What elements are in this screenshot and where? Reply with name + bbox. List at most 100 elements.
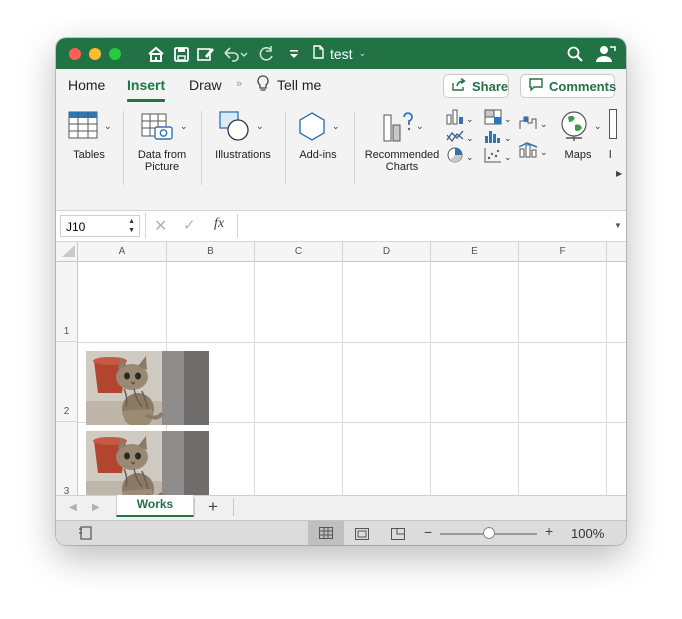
close-window-button[interactable]	[69, 48, 81, 60]
share-person-icon[interactable]	[596, 44, 616, 64]
save-icon[interactable]	[171, 44, 191, 64]
formula-divider	[237, 214, 238, 238]
waterfall-chart-icon	[518, 113, 538, 136]
page-break-view-icon[interactable]	[391, 527, 405, 545]
confirm-icon[interactable]: ✓	[183, 216, 196, 234]
scatter-chart-button[interactable]: ⌄	[484, 147, 512, 168]
expand-formula-icon[interactable]: ▼	[614, 221, 622, 230]
recommended-charts-button[interactable]: ⌄ Recommended Charts	[362, 109, 442, 199]
column-chart-icon	[446, 109, 464, 130]
waterfall-chart-button[interactable]: ⌄	[518, 113, 548, 136]
column-header-c[interactable]: C	[255, 242, 343, 262]
tab-home[interactable]: Home	[68, 77, 105, 93]
kitten-image[interactable]	[86, 351, 209, 425]
gridline	[342, 262, 343, 532]
scroll-sheets-left-icon[interactable]: ◀	[69, 502, 77, 513]
ribbon-scroll-right-icon[interactable]: ▶	[616, 169, 622, 178]
ribbon-separator	[123, 111, 124, 185]
column-header-f[interactable]: F	[519, 242, 607, 262]
hierarchy-chart-button[interactable]: ⌄	[484, 109, 512, 130]
insert-function-icon[interactable]: fx	[214, 216, 224, 232]
name-box[interactable]: J10 ▲ ▼	[60, 215, 140, 237]
comment-icon	[529, 78, 543, 94]
zoom-slider-thumb[interactable]	[482, 527, 495, 539]
pie-chart-chevron-icon: ⌄	[466, 152, 474, 162]
tables-label: Tables	[73, 149, 105, 161]
tell-me-search[interactable]: Tell me	[277, 77, 321, 93]
illustrations-label: Illustrations	[215, 149, 271, 161]
addins-label: Add-ins	[299, 149, 337, 161]
row-header-3[interactable]: 3	[56, 422, 78, 502]
formula-input[interactable]	[246, 218, 606, 234]
excel-window: test ⌄ Home Insert Draw » Tell me Share	[56, 38, 626, 545]
line-chart-button[interactable]: ⌄	[446, 128, 474, 149]
column-header-a[interactable]: A	[78, 242, 167, 262]
name-box-stepper-icon[interactable]: ▲ ▼	[128, 217, 135, 235]
zoom-in-button[interactable]: +	[545, 523, 553, 539]
document-icon	[313, 45, 324, 62]
pie-chart-button[interactable]: ⌄	[446, 147, 474, 168]
shapes-icon	[219, 111, 251, 144]
tab-draw[interactable]: Draw	[189, 77, 222, 93]
tab-divider	[233, 498, 234, 516]
row-header-2[interactable]: 2	[56, 342, 78, 422]
normal-view-button[interactable]	[308, 521, 344, 545]
tables-button[interactable]: ⌄ Tables	[64, 109, 114, 199]
statistic-chart-button[interactable]: ⌄	[484, 128, 512, 149]
addins-icon	[297, 111, 327, 144]
customize-icon[interactable]	[284, 44, 304, 64]
column-header-d[interactable]: D	[343, 242, 431, 262]
search-icon[interactable]	[565, 44, 585, 64]
tables-chevron-icon: ⌄	[104, 121, 112, 131]
combo-chart-icon	[518, 141, 538, 164]
edit-icon[interactable]	[196, 44, 216, 64]
maps-button[interactable]: ⌄ Maps	[554, 109, 602, 199]
redo-icon[interactable]	[256, 44, 276, 64]
macro-record-icon[interactable]	[78, 525, 94, 545]
data-from-picture-button[interactable]: ⌄ Data from Picture	[132, 109, 192, 199]
undo-icon[interactable]	[222, 44, 248, 64]
document-title-text: test	[330, 45, 353, 62]
select-all-button[interactable]	[56, 242, 78, 262]
combo-chart-button[interactable]: ⌄	[518, 141, 548, 164]
addins-button[interactable]: ⌄ Add-ins	[292, 109, 344, 199]
share-button[interactable]: Share	[443, 74, 509, 98]
kitten-image[interactable]	[86, 431, 209, 505]
addins-chevron-icon: ⌄	[332, 121, 340, 131]
hierarchy-chart-chevron-icon: ⌄	[504, 114, 512, 124]
tab-insert[interactable]: Insert	[127, 77, 166, 102]
more-tabs-chevron-icon[interactable]: »	[236, 78, 242, 90]
globe-icon	[560, 110, 590, 147]
illustrations-chevron-icon: ⌄	[256, 121, 264, 131]
add-sheet-button[interactable]: +	[208, 497, 218, 517]
cancel-icon[interactable]: ✕	[154, 216, 167, 236]
illustrations-button[interactable]: ⌄ Illustrations	[207, 109, 279, 199]
scroll-sheets-right-icon[interactable]: ▶	[92, 502, 100, 513]
column-header-g-partial[interactable]	[607, 242, 626, 262]
row-header-1[interactable]: 1	[56, 262, 78, 342]
column-header-e[interactable]: E	[431, 242, 519, 262]
zoom-out-button[interactable]: −	[424, 524, 432, 540]
line-chart-icon	[446, 128, 464, 149]
column-chart-chevron-icon: ⌄	[466, 114, 474, 124]
recommended-charts-label-2: Charts	[385, 161, 419, 173]
gridline	[430, 262, 431, 532]
table-icon	[68, 111, 98, 142]
name-box-value: J10	[66, 220, 86, 234]
zoom-level[interactable]: 100%	[571, 526, 604, 541]
home-icon[interactable]	[146, 44, 166, 64]
page-layout-view-icon[interactable]	[355, 527, 369, 545]
scatter-chart-icon	[484, 147, 502, 168]
sheet-tab-works[interactable]: Works	[116, 495, 194, 517]
column-header-b[interactable]: B	[167, 242, 255, 262]
ribbon-tabs: Home Insert Draw » Tell me Share Comment…	[56, 69, 626, 103]
zoom-window-button[interactable]	[109, 48, 121, 60]
status-bar: − + 100%	[56, 520, 626, 545]
worksheet-grid[interactable]: A B C D E F 1 2 3	[56, 242, 626, 532]
document-title[interactable]: test ⌄	[313, 45, 366, 62]
minimize-window-button[interactable]	[89, 48, 101, 60]
column-chart-button[interactable]: ⌄	[446, 109, 474, 130]
row-number: 2	[63, 406, 70, 417]
comments-button[interactable]: Comments	[520, 74, 616, 98]
combo-chart-chevron-icon: ⌄	[540, 147, 548, 157]
